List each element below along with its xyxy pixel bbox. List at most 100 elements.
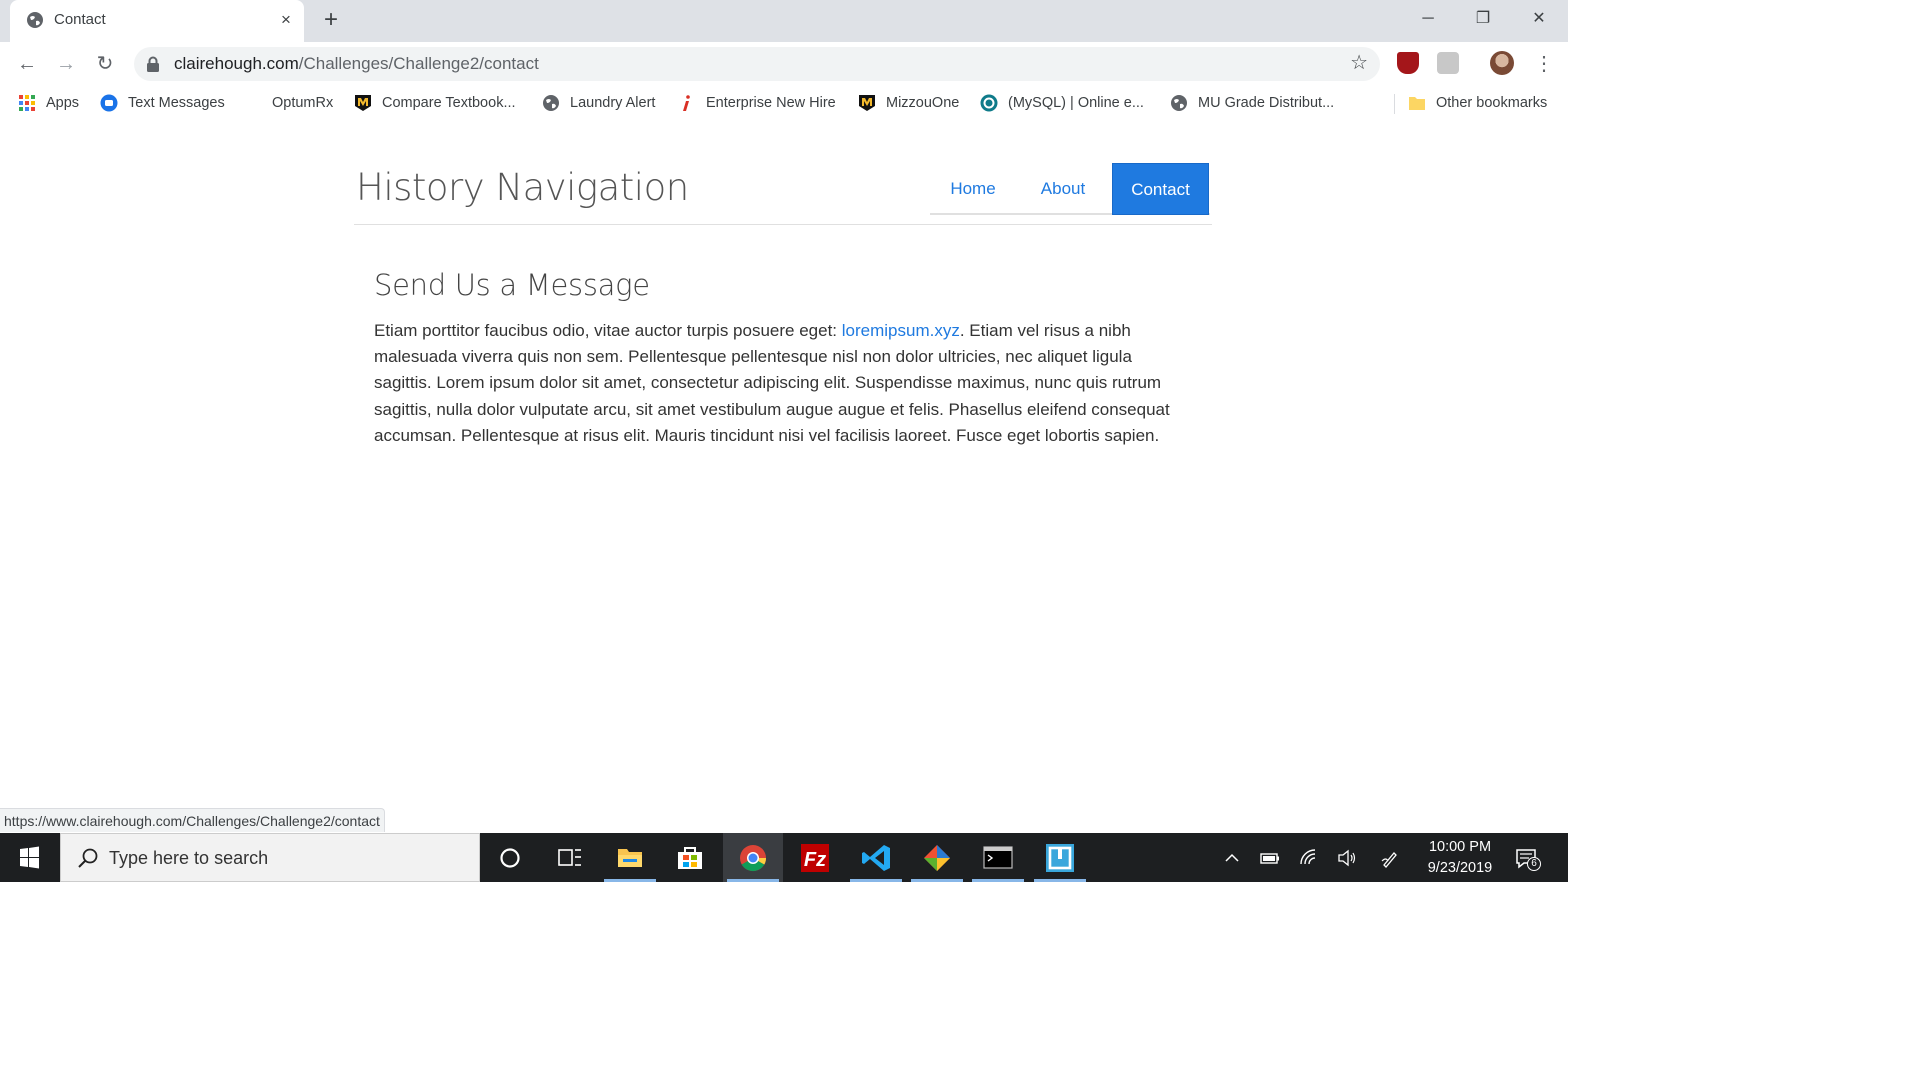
address-bar[interactable]: clairehough.com/Challenges/Challenge2/co…: [134, 47, 1380, 81]
cortana-icon: [500, 848, 520, 868]
bookmark-mu-grade-distribution[interactable]: MU Grade Distribut...: [1170, 93, 1334, 113]
pen-icon[interactable]: [1380, 847, 1402, 869]
site-header: History Navigation Home About Contact: [354, 160, 1212, 225]
back-button[interactable]: ←: [14, 51, 40, 77]
chrome-button[interactable]: [723, 833, 783, 882]
bookmark-label: OptumRx: [272, 95, 334, 111]
bookmark-label: Enterprise New Hire: [706, 95, 836, 111]
main-nav: Home About Contact: [930, 163, 1210, 215]
bookmark-label: MizzouOne: [886, 95, 960, 111]
messages-icon: [100, 94, 118, 112]
git-button[interactable]: [907, 833, 967, 882]
file-explorer-icon: [618, 849, 642, 867]
system-clock[interactable]: 10:00 PM 9/23/2019: [1410, 837, 1510, 879]
bracket-app-icon: [1046, 844, 1074, 872]
tab-title: Contact: [54, 11, 106, 28]
running-indicator: [911, 879, 963, 882]
vscode-button[interactable]: [846, 833, 906, 882]
bookmark-label: (MySQL) | Online e...: [1008, 95, 1144, 111]
bookmark-mizzouone[interactable]: MizzouOne: [858, 93, 959, 113]
info-icon: [683, 95, 690, 111]
cortana-button[interactable]: [480, 833, 540, 882]
ublock-extension-icon[interactable]: [1397, 52, 1419, 74]
running-indicator: [604, 879, 656, 882]
terminal-button[interactable]: [968, 833, 1028, 882]
tab-contact[interactable]: Contact ×: [10, 0, 304, 42]
search-icon: [78, 848, 98, 868]
running-indicator: [727, 879, 779, 882]
task-view-button[interactable]: [540, 833, 600, 882]
chrome-icon: [740, 845, 767, 872]
bracket-app-button[interactable]: [1030, 833, 1090, 882]
vscode-icon: [862, 845, 890, 871]
url-path: /Challenges/Challenge2/contact: [298, 54, 539, 73]
start-button[interactable]: [0, 833, 60, 882]
close-window-button[interactable]: ✕: [1524, 6, 1554, 32]
url-host: clairehough.com: [174, 54, 299, 73]
extension-icon[interactable]: [1437, 52, 1459, 74]
folder-icon: [1409, 97, 1425, 110]
nav-home-link[interactable]: Home: [930, 163, 1016, 215]
filezilla-icon: Fz: [801, 844, 829, 872]
mizzou-icon: [355, 95, 371, 111]
running-indicator: [850, 879, 902, 882]
windows-logo-icon: [20, 846, 39, 869]
filezilla-button[interactable]: Fz: [785, 833, 845, 882]
windows-taskbar: Type here to search Fz 10:00 PM 9/23/201…: [0, 833, 1568, 882]
forward-button[interactable]: →: [53, 51, 79, 77]
paragraph-text-start: Etiam porttitor faucibus odio, vitae auc…: [374, 321, 842, 340]
close-tab-icon[interactable]: ×: [276, 10, 296, 30]
bookmark-text-messages[interactable]: Text Messages: [100, 93, 225, 113]
action-center-button[interactable]: 6: [1514, 845, 1541, 871]
bookmark-apps[interactable]: Apps: [18, 93, 79, 113]
store-icon: [678, 847, 702, 869]
minimize-button[interactable]: ─: [1413, 6, 1443, 32]
bookmark-optumrx[interactable]: OptumRx: [272, 93, 333, 113]
taskbar-search-box[interactable]: Type here to search: [60, 833, 480, 882]
terminal-icon: [983, 846, 1013, 869]
task-view-icon: [558, 849, 581, 866]
globe-icon: [543, 95, 559, 111]
bookmark-label: Other bookmarks: [1436, 95, 1548, 111]
svg-text:Fz: Fz: [804, 849, 826, 871]
clock-time: 10:00 PM: [1428, 839, 1492, 855]
restore-button[interactable]: ❐: [1468, 6, 1498, 32]
section-paragraph: Etiam porttitor faucibus odio, vitae auc…: [374, 318, 1194, 449]
file-explorer-button[interactable]: [600, 833, 660, 882]
wifi-icon[interactable]: [1298, 847, 1320, 869]
git-icon: [924, 845, 950, 871]
apps-grid-icon: [19, 95, 35, 111]
volume-icon[interactable]: [1336, 847, 1358, 869]
bookmark-label: Compare Textbook...: [382, 95, 516, 111]
loremipsum-link[interactable]: loremipsum.xyz: [842, 321, 960, 340]
new-tab-button[interactable]: +: [318, 7, 344, 33]
circle-logo-icon: [980, 94, 998, 112]
bookmark-compare-textbook[interactable]: Compare Textbook...: [354, 93, 516, 113]
store-button[interactable]: [660, 833, 720, 882]
bookmarks-divider: [1394, 94, 1395, 114]
chevron-up-icon[interactable]: [1221, 847, 1243, 869]
profile-avatar[interactable]: [1490, 51, 1514, 75]
globe-icon: [27, 12, 43, 28]
battery-icon[interactable]: [1259, 847, 1281, 869]
status-bar-url: https://www.clairehough.com/Challenges/C…: [0, 808, 385, 832]
running-indicator: [972, 879, 1024, 882]
bookmark-enterprise-new-hire[interactable]: Enterprise New Hire: [678, 93, 836, 113]
nav-about-link[interactable]: About: [1016, 163, 1110, 215]
menu-icon[interactable]: ⋮: [1534, 51, 1554, 77]
bookmark-label: Laundry Alert: [570, 95, 656, 111]
browser-toolbar: ← → ↻ clairehough.com/Challenges/Challen…: [0, 42, 1568, 88]
reload-button[interactable]: ↻: [92, 51, 118, 77]
bookmark-other-bookmarks[interactable]: Other bookmarks: [1408, 93, 1547, 113]
bookmark-star-icon[interactable]: ☆: [1350, 52, 1368, 74]
search-placeholder: Type here to search: [109, 848, 269, 868]
nav-contact-link[interactable]: Contact: [1112, 163, 1209, 215]
url-text[interactable]: clairehough.com/Challenges/Challenge2/co…: [174, 54, 539, 74]
bookmark-label: Text Messages: [128, 95, 225, 111]
bookmark-mysql-online[interactable]: (MySQL) | Online e...: [980, 93, 1144, 113]
site-title: History Navigation: [356, 166, 689, 209]
globe-icon: [1171, 95, 1187, 111]
clock-date: 9/23/2019: [1427, 860, 1493, 876]
bookmark-laundry-alert[interactable]: Laundry Alert: [542, 93, 655, 113]
section-heading: Send Us a Message: [374, 268, 650, 302]
